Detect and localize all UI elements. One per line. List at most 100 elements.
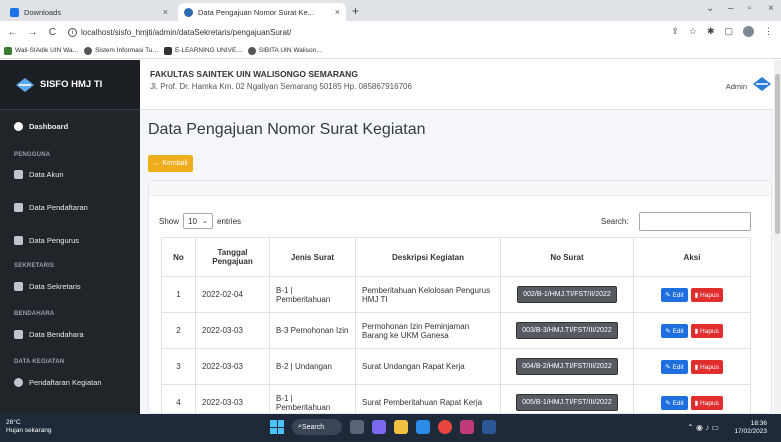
store-icon[interactable] [416, 420, 430, 434]
bookmark-label: E-LEARNING UNIVE... [174, 47, 242, 54]
column-header-nosurat[interactable]: No Surat [500, 237, 634, 277]
bookmark-icon [163, 46, 172, 55]
scrollbar-thumb[interactable] [775, 74, 780, 234]
chevron-down-icon[interactable]: ⌄ [706, 3, 714, 14]
clock[interactable]: 18:36 17/02/2023 [734, 420, 767, 436]
dashboard-icon [14, 122, 23, 131]
clock-date: 17/02/2023 [734, 428, 767, 435]
table-row: 3 2022-03-03 B-2 | Undangan Surat Undang… [161, 348, 751, 385]
cell-no: 2 [161, 312, 196, 349]
chrome-icon[interactable] [438, 420, 452, 434]
cell-tanggal: 2022-02-04 [195, 276, 270, 313]
sidepanel-icon[interactable]: ▢ [724, 26, 733, 37]
star-icon[interactable]: ☆ [689, 26, 697, 37]
cell-deskripsi: Permohonan Izin Peminjaman Barang ke UKM… [355, 312, 501, 349]
sidebar-item-data-pengurus[interactable]: Data Pengurus [14, 236, 79, 245]
column-header-tanggal[interactable]: Tanggal Pengajuan [195, 237, 270, 277]
globe-icon [247, 46, 256, 55]
back-arrow-icon[interactable]: ← [5, 27, 20, 38]
bookmark-label: Wali-SIAdik UIN Wa... [15, 47, 79, 54]
share-icon[interactable]: ⇪ [671, 26, 679, 37]
taskbar: 26°C Hujan sekarang ⌕ Search ⌃ ◉ ♪ ▭ 18:… [0, 414, 781, 442]
page-scrollbar[interactable] [774, 60, 781, 414]
show-label: Show [159, 216, 180, 226]
forward-arrow-icon[interactable]: → [25, 27, 40, 38]
bookmark-item[interactable]: Sistem Informasi Tu... [84, 46, 158, 55]
bookmark-item[interactable]: Wali-SIAdik UIN Wa... [4, 46, 79, 55]
bookmark-item[interactable]: E-LEARNING UNIVE... [163, 46, 242, 55]
edit-button[interactable]: ✎ Edit [661, 359, 688, 374]
user-plus-icon [14, 203, 23, 212]
entries-value: 10 [188, 216, 197, 226]
clock-time: 18:36 [750, 420, 767, 427]
user-name[interactable]: Admin [726, 82, 747, 91]
edit-label: Edit [672, 363, 684, 371]
logo-icon[interactable] [753, 77, 771, 91]
delete-button[interactable]: ▮ Hapus [690, 395, 723, 410]
chat-icon[interactable] [372, 420, 386, 434]
weather-temp: 26°C [6, 419, 21, 426]
sidebar-item-label: Data Bendahara [29, 330, 84, 339]
app-icon[interactable] [460, 420, 474, 434]
delete-button[interactable]: ▮ Hapus [690, 323, 723, 338]
column-header-no[interactable]: No [161, 237, 196, 277]
cell-jenis: B-3 Pemohonan Izin [269, 312, 356, 349]
task-view-icon[interactable] [350, 420, 364, 434]
tab-active[interactable]: Data Pengajuan Nomor Surat Ke... × [178, 3, 346, 21]
search-input[interactable] [639, 212, 751, 231]
faculty-name: FAKULTAS SAINTEK UIN WALISONGO SEMARANG [150, 69, 358, 79]
profile-avatar[interactable] [743, 26, 754, 37]
file-explorer-icon[interactable] [394, 420, 408, 434]
sidebar-item-dashboard[interactable]: Dashboard [14, 122, 68, 131]
extensions-icon[interactable]: ✱ [707, 26, 715, 37]
sidebar-section-data-kegiatan: DATA KEGIATAN [14, 359, 65, 365]
url-field[interactable]: i localhost/sisfo_hmjti/admin/dataSekret… [68, 27, 291, 37]
bookmark-item[interactable]: SIBITA UIN Walison... [247, 46, 322, 55]
sidebar-item-data-akun[interactable]: Data Akun [14, 170, 64, 179]
data-card: Show 10 ⌄ entries Search: No Tanggal Peng… [148, 180, 772, 421]
new-tab-button[interactable]: + [352, 4, 359, 18]
brand[interactable]: SISFO HMJ TI [0, 60, 140, 110]
maximize-icon[interactable]: ▫ [748, 3, 752, 14]
sidebar-item-pendaftaran-kegiatan[interactable]: Pendaftaran Kegiatan [14, 378, 102, 387]
back-button[interactable]: ← Kembali [148, 155, 193, 172]
cell-aksi: ✎ Edit ▮ Hapus [633, 276, 751, 313]
close-window-icon[interactable]: × [768, 3, 774, 14]
plus-circle-icon [14, 378, 23, 387]
cell-tanggal: 2022-03-03 [195, 348, 270, 385]
sidebar-item-data-pendaftaran[interactable]: Data Pendaftaran [14, 203, 88, 212]
column-header-jenis[interactable]: Jenis Surat [269, 237, 356, 277]
minimize-icon[interactable]: – [728, 3, 734, 14]
sidebar-item-data-sekretaris[interactable]: Data Sekretaris [14, 282, 81, 291]
taskbar-search[interactable]: ⌕ Search [292, 419, 342, 435]
bookmark-label: SIBITA UIN Walison... [258, 47, 322, 54]
column-header-aksi[interactable]: Aksi [633, 237, 751, 277]
edit-button[interactable]: ✎ Edit [661, 323, 688, 338]
brand-name: SISFO HMJ TI [40, 79, 103, 90]
card-header [149, 181, 771, 196]
weather-widget[interactable]: 26°C Hujan sekarang [6, 419, 52, 435]
delete-label: Hapus [700, 399, 719, 407]
close-tab-icon[interactable]: × [163, 7, 168, 17]
info-icon[interactable]: i [68, 27, 77, 37]
delete-button[interactable]: ▮ Hapus [690, 287, 723, 302]
entries-select[interactable]: 10 ⌄ [183, 213, 214, 229]
tab-downloads[interactable]: Downloads × [4, 3, 174, 21]
column-header-deskripsi[interactable]: Deskripsi Kegiatan [355, 237, 501, 277]
system-tray[interactable]: ⌃ ◉ ♪ ▭ [687, 423, 719, 432]
reload-icon[interactable]: C [45, 27, 60, 38]
taskbar-search-label: Search [301, 423, 325, 431]
windows-start-icon[interactable] [270, 420, 284, 434]
page-title: Data Pengajuan Nomor Surat Kegiatan [148, 121, 426, 138]
table-row: 1 2022-02-04 B-1 | Pemberitahuan Pemberi… [161, 276, 751, 313]
close-tab-icon[interactable]: × [335, 7, 340, 17]
edit-button[interactable]: ✎ Edit [661, 395, 688, 410]
edit-button[interactable]: ✎ Edit [661, 287, 688, 302]
word-icon[interactable] [482, 420, 496, 434]
sidebar: SISFO HMJ TI Dashboard PENGGUNA Data Aku… [0, 60, 140, 414]
sidebar-item-data-bendahara[interactable]: Data Bendahara [14, 330, 84, 339]
delete-button[interactable]: ▮ Hapus [690, 359, 723, 374]
menu-icon[interactable]: ⋮ [764, 26, 773, 37]
cell-nosurat: 002/B-1/HMJ.TI/FST/II/2022 [500, 276, 634, 313]
sidebar-section-bendahara: BENDAHARA [14, 311, 55, 317]
